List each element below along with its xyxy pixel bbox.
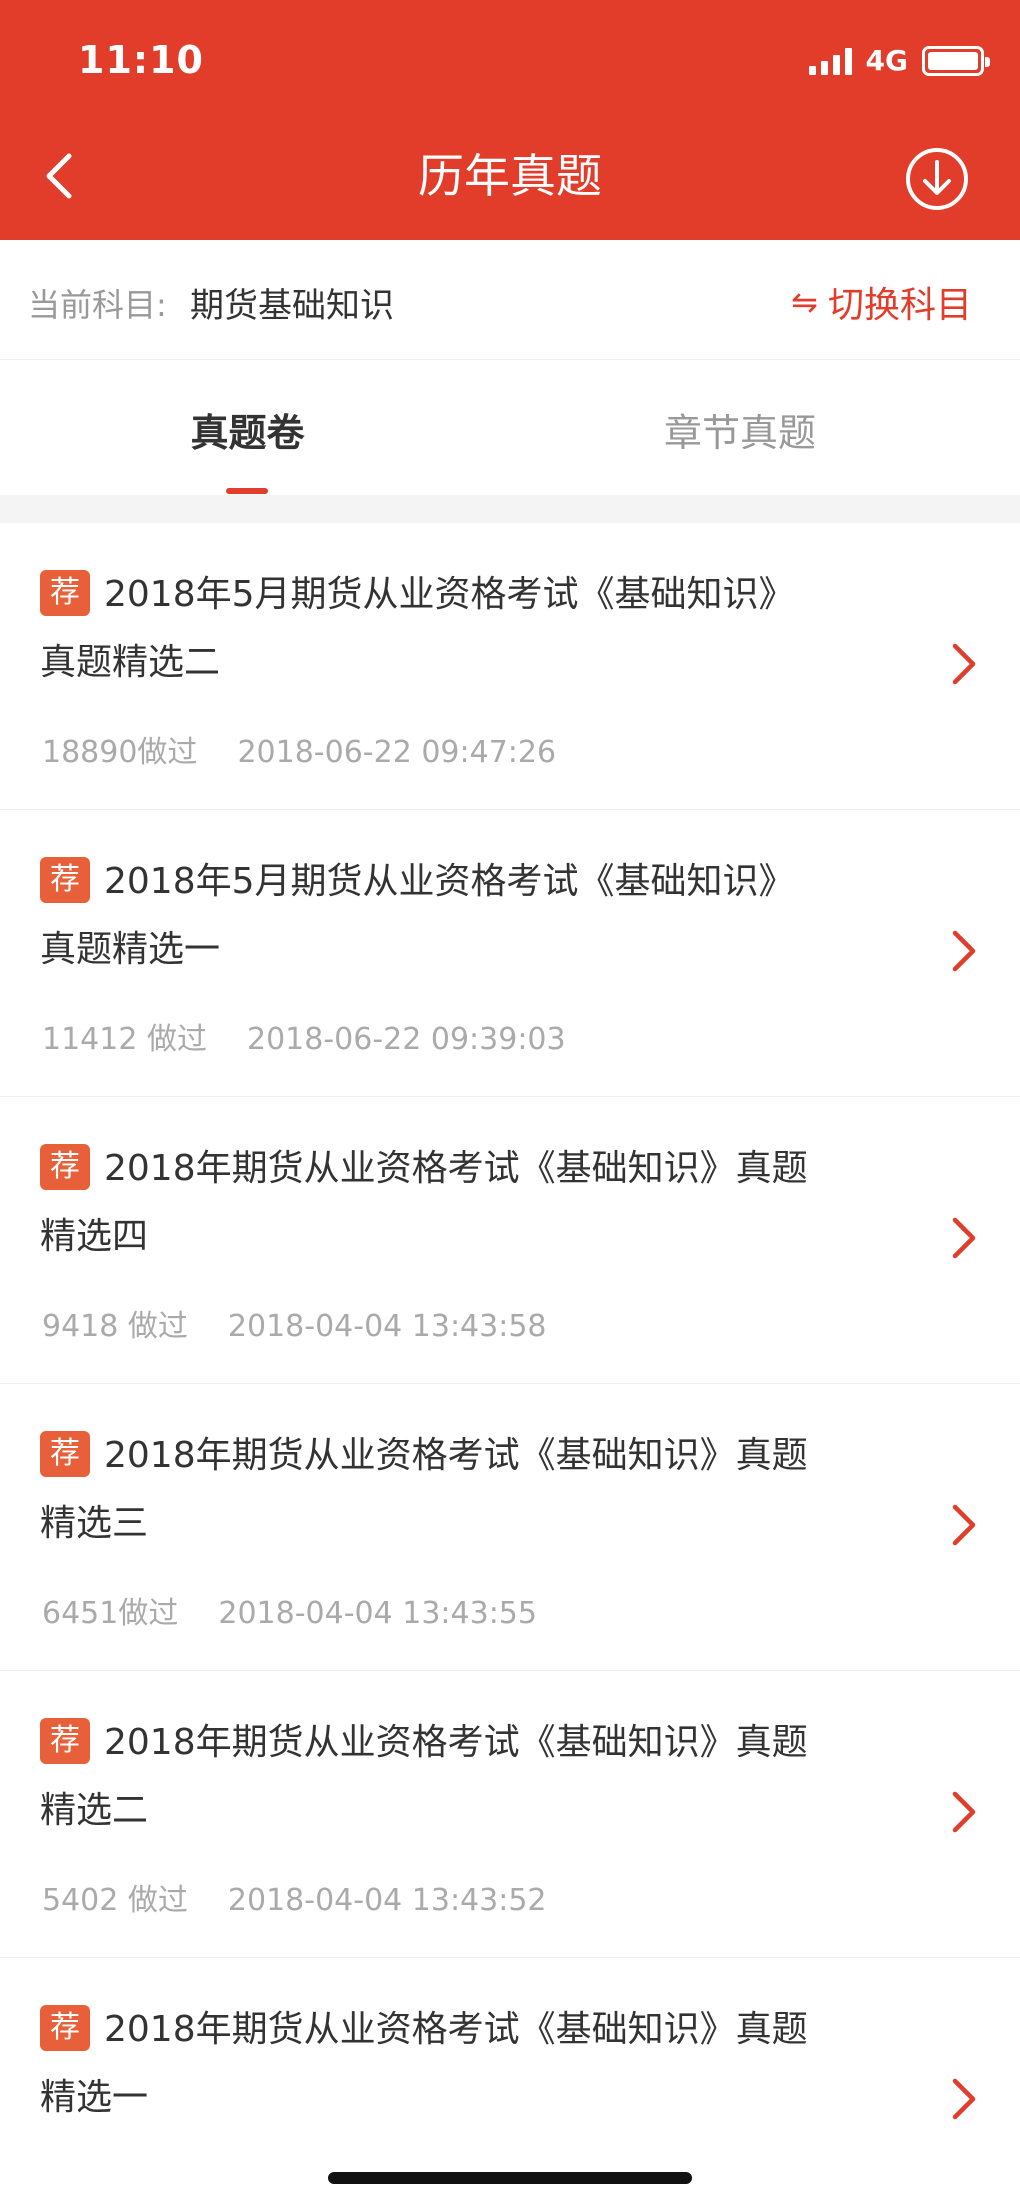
page-title: 历年真题 bbox=[418, 149, 602, 203]
item-title: 2018年期货从业资格考试《基础知识》真题精选一 bbox=[40, 2009, 808, 2118]
chevron-right-icon bbox=[952, 1217, 976, 1259]
download-button[interactable] bbox=[904, 146, 970, 212]
list-item[interactable]: 荐 2018年5月期货从业资格考试《基础知识》真题精选二 18890做过 2018-… bbox=[0, 523, 1020, 810]
item-title: 2018年5月期货从业资格考试《基础知识》真题精选二 bbox=[40, 574, 795, 683]
chevron-right-icon bbox=[952, 930, 976, 972]
signal-icon bbox=[808, 47, 852, 75]
list-item[interactable]: 荐 2018年期货从业资格考试《基础知识》真题精选二 5402 做过 2018-04… bbox=[0, 1671, 1020, 1958]
swap-icon: ⇋ bbox=[791, 283, 818, 321]
recommend-badge: 荐 bbox=[40, 1144, 90, 1190]
item-title: 2018年期货从业资格考试《基础知识》真题精选四 bbox=[40, 1148, 808, 1257]
done-count: 6451做过 bbox=[42, 1596, 179, 1631]
download-icon bbox=[906, 148, 968, 210]
list-item[interactable]: 荐 2018年期货从业资格考试《基础知识》真题精选四 9418 做过 2018-04… bbox=[0, 1097, 1020, 1384]
switch-subject-label: 切换科目 bbox=[827, 285, 972, 326]
item-date: 2018-04-04 13:43:55 bbox=[218, 1596, 537, 1631]
done-count: 5402 做过 bbox=[42, 1883, 188, 1918]
subject-bar: 当前科目: 期货基础知识 ⇋ 切换科目 bbox=[0, 240, 1020, 360]
current-subject: 期货基础知识 bbox=[190, 286, 394, 326]
chevron-right-icon bbox=[952, 643, 976, 685]
section-divider bbox=[0, 495, 1020, 523]
tab-papers[interactable]: 真题卷 bbox=[0, 402, 495, 457]
home-indicator[interactable] bbox=[328, 2172, 692, 2184]
done-count: 11412 做过 bbox=[42, 1022, 207, 1057]
app-header: 11:10 4G 历年真题 bbox=[0, 0, 1020, 240]
done-count: 18890做过 bbox=[42, 735, 198, 770]
list-item[interactable]: 荐 2018年5月期货从业资格考试《基础知识》真题精选一 11412 做过 2018… bbox=[0, 810, 1020, 1097]
network-label: 4G bbox=[865, 44, 908, 77]
item-date: 2018-06-22 09:39:03 bbox=[246, 1022, 566, 1057]
item-title: 2018年期货从业资格考试《基础知识》真题精选二 bbox=[40, 1722, 808, 1831]
chevron-right-icon bbox=[952, 1504, 976, 1546]
item-date: 2018-04-04 13:43:52 bbox=[227, 1883, 547, 1918]
item-date: 2018-04-04 13:43:58 bbox=[227, 1309, 547, 1344]
item-date: 2018-06-22 09:47:26 bbox=[237, 735, 557, 770]
recommend-badge: 荐 bbox=[40, 2005, 90, 2051]
tab-bar: 真题卷 章节真题 bbox=[0, 360, 1020, 495]
battery-icon bbox=[922, 45, 990, 76]
recommend-badge: 荐 bbox=[40, 570, 90, 616]
recommend-badge: 荐 bbox=[40, 857, 90, 903]
active-tab-indicator bbox=[226, 488, 268, 494]
item-title: 2018年5月期货从业资格考试《基础知识》真题精选一 bbox=[40, 861, 795, 970]
status-icons: 4G bbox=[808, 44, 990, 77]
chevron-right-icon bbox=[952, 1791, 976, 1833]
switch-subject-button[interactable]: ⇋ 切换科目 bbox=[791, 276, 972, 328]
list-item[interactable]: 荐 2018年期货从业资格考试《基础知识》真题精选三 6451做过 2018-04-… bbox=[0, 1384, 1020, 1671]
recommend-badge: 荐 bbox=[40, 1431, 90, 1477]
paper-list: 荐 2018年5月期货从业资格考试《基础知识》真题精选二 18890做过 2018-… bbox=[0, 523, 1020, 2208]
tab-chapters[interactable]: 章节真题 bbox=[495, 402, 985, 457]
list-item[interactable]: 荐 2018年期货从业资格考试《基础知识》真题精选一 bbox=[0, 1958, 1020, 2208]
status-time: 11:10 bbox=[78, 38, 204, 82]
subject-label: 当前科目: bbox=[28, 286, 167, 324]
chevron-right-icon bbox=[952, 2078, 976, 2120]
done-count: 9418 做过 bbox=[42, 1309, 188, 1344]
recommend-badge: 荐 bbox=[40, 1718, 90, 1764]
item-title: 2018年期货从业资格考试《基础知识》真题精选三 bbox=[40, 1435, 808, 1544]
